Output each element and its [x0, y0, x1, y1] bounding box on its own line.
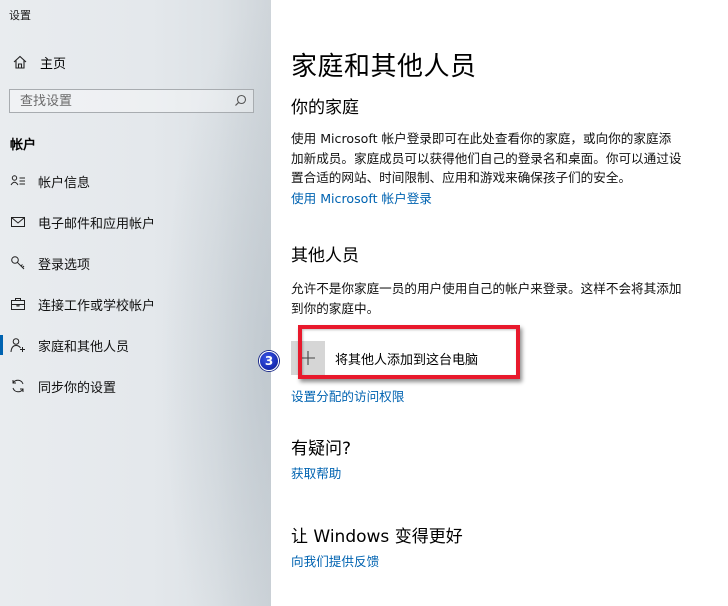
main-content: 家庭和其他人员 你的家庭 使用 Microsoft 帐户登录即可在此处查看你的家… [271, 0, 728, 606]
sidebar-item-account-info[interactable]: 帐户信息 [0, 166, 271, 196]
other-people-heading: 其他人员 [291, 246, 359, 266]
window-title: 设置 [9, 9, 31, 22]
people-icon [8, 335, 28, 355]
sidebar-item-family[interactable]: 家庭和其他人员 [0, 330, 271, 360]
sidebar-item-email-accounts[interactable]: 电子邮件和应用帐户 [0, 207, 271, 237]
family-description: 使用 Microsoft 帐户登录即可在此处查看你的家庭，或向你的家庭添加新成员… [291, 131, 682, 185]
questions-heading: 有疑问? [291, 439, 352, 459]
section-label-accounts: 帐户 [10, 138, 37, 153]
sidebar-item-sync[interactable]: 同步你的设置 [0, 371, 271, 401]
add-other-user-button[interactable]: 将其他人添加到这台电脑 [291, 340, 478, 376]
sidebar: 设置 主页 帐户 帐户信息 电子邮件和应用帐户 登录选项 连接 [0, 0, 271, 606]
search-icon[interactable] [234, 92, 247, 111]
other-people-description: 允许不是你家庭一员的用户使用自己的帐户来登录。这样不会将其添加到你的家庭中。 [291, 281, 682, 316]
page-title: 家庭和其他人员 [291, 52, 477, 82]
sidebar-item-label: 电子邮件和应用帐户 [38, 216, 156, 232]
mail-icon [8, 212, 28, 232]
key-icon [8, 253, 28, 273]
sidebar-item-label: 同步你的设置 [38, 380, 117, 396]
plus-icon [291, 341, 325, 375]
microsoft-sign-in-link[interactable]: 使用 Microsoft 帐户登录 [291, 188, 432, 207]
give-feedback-link[interactable]: 向我们提供反馈 [291, 551, 379, 570]
family-heading: 你的家庭 [291, 98, 359, 118]
add-other-user-label: 将其他人添加到这台电脑 [335, 352, 479, 368]
home-label: 主页 [40, 56, 67, 72]
sidebar-home[interactable]: 主页 [10, 52, 66, 72]
sync-icon [8, 376, 28, 396]
sidebar-item-work-school[interactable]: 连接工作或学校帐户 [0, 289, 271, 319]
sidebar-item-label: 连接工作或学校帐户 [38, 298, 156, 314]
briefcase-icon [8, 294, 28, 314]
sidebar-item-label: 帐户信息 [38, 175, 91, 191]
assigned-access-link[interactable]: 设置分配的访问权限 [291, 386, 404, 405]
search-box[interactable] [9, 89, 254, 113]
sidebar-item-label: 登录选项 [38, 257, 91, 273]
search-input[interactable] [20, 93, 234, 109]
feedback-heading: 让 Windows 变得更好 [291, 527, 463, 547]
home-icon [10, 52, 30, 72]
sidebar-item-label: 家庭和其他人员 [38, 339, 130, 355]
account-info-icon [8, 171, 28, 191]
step-number-badge: 3 [259, 351, 279, 371]
get-help-link[interactable]: 获取帮助 [291, 463, 341, 482]
sidebar-item-sign-in-options[interactable]: 登录选项 [0, 248, 271, 278]
